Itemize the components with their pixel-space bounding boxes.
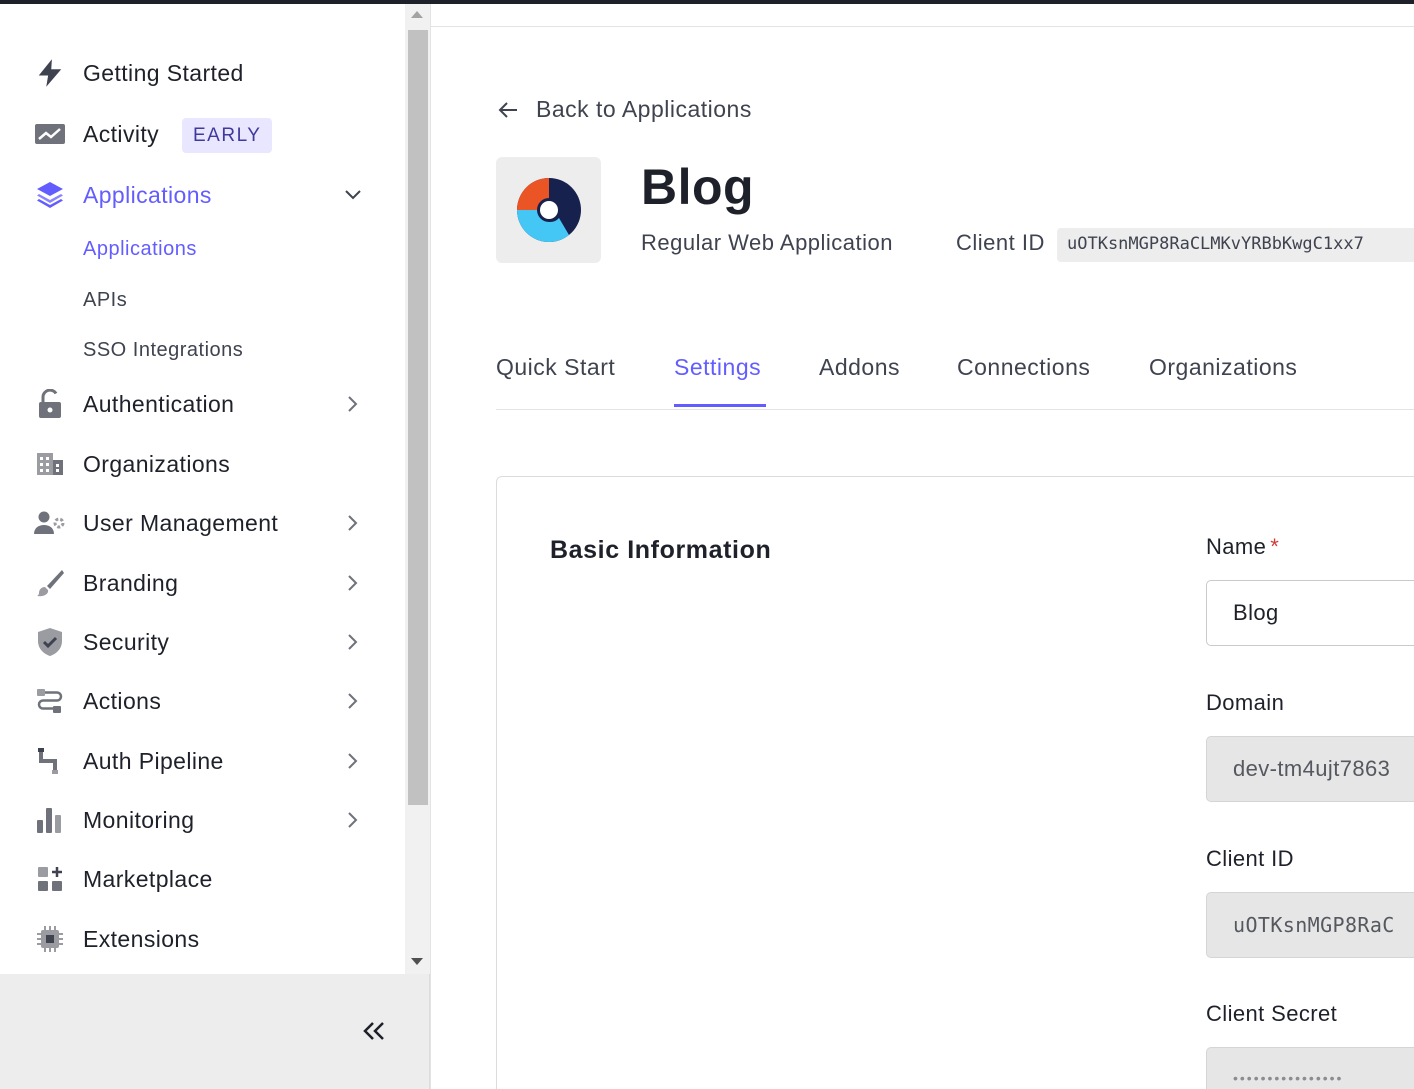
scroll-down-arrow-icon[interactable]: [411, 958, 423, 965]
sidebar-item-label: Authentication: [83, 390, 235, 417]
sidebar-item-label: Applications: [83, 181, 212, 208]
sidebar-item-label: Extensions: [83, 925, 200, 952]
sidebar-item-extensions[interactable]: Extensions: [0, 917, 405, 961]
sidebar-subitem-apis[interactable]: APIs: [83, 289, 127, 312]
sidebar-item-label: Organizations: [83, 450, 231, 477]
bar-chart-icon: [34, 804, 66, 836]
active-tab-indicator: [674, 404, 766, 407]
sidebar-item-branding[interactable]: Branding: [0, 561, 405, 605]
layers-icon: [34, 179, 66, 211]
sidebar-item-security[interactable]: Security: [0, 620, 405, 664]
client-secret-input[interactable]: ••••••••••••••••: [1206, 1047, 1414, 1089]
sidebar-scrollbar-thumb[interactable]: [408, 30, 428, 805]
sidebar-item-user-management[interactable]: User Management: [0, 501, 405, 545]
sidebar-item-authentication[interactable]: Authentication: [0, 382, 405, 426]
tab-connections[interactable]: Connections: [957, 354, 1090, 381]
scroll-up-arrow-icon[interactable]: [411, 11, 423, 18]
chevron-right-icon[interactable]: [343, 632, 363, 652]
sidebar: Getting Started Activity EARLY Applicati…: [0, 4, 405, 974]
required-marker: *: [1270, 534, 1280, 559]
back-to-applications-link[interactable]: Back to Applications: [496, 96, 752, 123]
client-id-input[interactable]: uOTKsnMGP8RaC: [1206, 892, 1414, 958]
sidebar-item-label: Monitoring: [83, 806, 195, 833]
user-gear-icon: [34, 507, 66, 539]
sidebar-subitem-applications[interactable]: Applications: [83, 238, 197, 261]
name-input[interactable]: Blog: [1206, 580, 1414, 646]
app-type-label: Regular Web Application: [641, 230, 894, 255]
grid-plus-icon: [34, 863, 66, 895]
sidebar-item-label: Security: [83, 628, 170, 655]
tab-settings[interactable]: Settings: [674, 354, 761, 381]
tab-quick-start[interactable]: Quick Start: [496, 354, 615, 381]
back-link-label: Back to Applications: [536, 96, 752, 122]
paintbrush-icon: [34, 567, 66, 599]
chevron-right-icon[interactable]: [343, 810, 363, 830]
early-badge: EARLY: [182, 118, 273, 153]
sidebar-item-marketplace[interactable]: Marketplace: [0, 857, 405, 901]
chevron-right-icon[interactable]: [343, 691, 363, 711]
sidebar-item-label: Getting Started: [83, 59, 244, 86]
activity-chart-icon: [34, 118, 66, 150]
tab-bar: Quick Start Settings Addons Connections …: [496, 340, 1414, 410]
sidebar-item-monitoring[interactable]: Monitoring: [0, 798, 405, 842]
bolt-icon: [34, 57, 66, 89]
page-title: Blog: [641, 159, 755, 215]
shield-check-icon: [34, 626, 66, 658]
collapse-sidebar-button[interactable]: [360, 1017, 388, 1045]
arrow-left-icon: [498, 101, 517, 118]
app-logo: [496, 157, 601, 263]
sidebar-item-label: Marketplace: [83, 865, 213, 892]
sidebar-item-applications[interactable]: Applications: [0, 173, 405, 217]
client-id-field-label: Client ID: [1206, 846, 1294, 871]
sidebar-item-activity[interactable]: Activity EARLY: [0, 112, 405, 156]
sidebar-item-getting-started[interactable]: Getting Started: [0, 51, 405, 95]
domain-input[interactable]: dev-tm4ujt7863: [1206, 736, 1414, 802]
building-icon: [34, 448, 66, 480]
lock-icon: [34, 388, 66, 420]
chip-icon: [34, 923, 66, 955]
sidebar-item-label: Branding: [83, 569, 179, 596]
sidebar-item-actions[interactable]: Actions: [0, 679, 405, 723]
app-logo-icon: [516, 178, 581, 242]
sidebar-item-label: Activity: [83, 120, 160, 147]
header-divider: [430, 26, 1414, 27]
tab-organizations[interactable]: Organizations: [1149, 354, 1297, 381]
domain-field-label: Domain: [1206, 690, 1285, 715]
chevron-down-icon[interactable]: [343, 185, 363, 205]
sidebar-item-label: Auth Pipeline: [83, 747, 224, 774]
client-id-chip[interactable]: uOTKsnMGP8RaCLMKvYRBbKwgC1xx7: [1057, 228, 1414, 262]
client-secret-field-label: Client Secret: [1206, 1001, 1338, 1026]
double-chevron-left-icon: [363, 1022, 384, 1040]
flow-icon: [34, 685, 66, 717]
name-label-text: Name: [1206, 534, 1267, 559]
section-title: Basic Information: [550, 536, 772, 564]
name-field-label: Name *: [1206, 534, 1279, 560]
chevron-right-icon[interactable]: [343, 751, 363, 771]
chevron-right-icon[interactable]: [343, 513, 363, 533]
sidebar-item-organizations[interactable]: Organizations: [0, 442, 405, 486]
chevron-right-icon[interactable]: [343, 573, 363, 593]
chevron-right-icon[interactable]: [343, 394, 363, 414]
sidebar-item-label: User Management: [83, 509, 279, 536]
client-secret-masked-value: ••••••••••••••••: [1233, 1070, 1344, 1086]
pipe-icon: [34, 745, 66, 777]
sidebar-item-label: Actions: [83, 687, 162, 714]
sidebar-subitem-sso-integrations[interactable]: SSO Integrations: [83, 339, 243, 362]
client-id-label: Client ID: [956, 230, 1045, 255]
tab-addons[interactable]: Addons: [819, 354, 900, 381]
sidebar-item-auth-pipeline[interactable]: Auth Pipeline: [0, 739, 405, 783]
